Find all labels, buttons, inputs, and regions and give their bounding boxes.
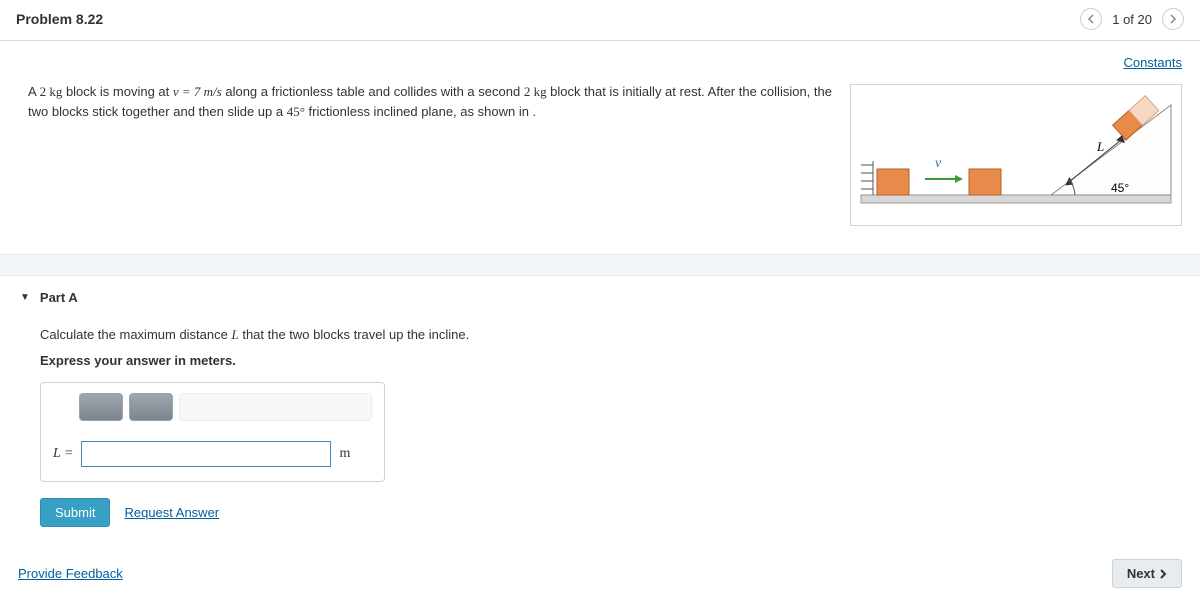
caret-down-icon: ▼ [20,292,30,303]
part-a-prompt: Calculate the maximum distance L that th… [40,327,1182,343]
page-indicator: 1 of 20 [1112,12,1152,27]
figure-l-label: L [1096,139,1104,154]
constants-link[interactable]: Constants [1123,55,1182,70]
figure-angle-label: 45° [1111,181,1129,195]
format-tool-2[interactable] [129,393,173,421]
problem-text: A 2 kg block is moving at v = 7 m/s alon… [28,84,832,119]
part-a-title: Part A [40,290,78,305]
answer-input[interactable] [81,441,331,467]
section-divider [0,254,1200,276]
part-a-instruction: Express your answer in meters. [40,353,1182,368]
next-page-button[interactable] [1162,8,1184,30]
problem-statement: v L 45° A 2 kg block is moving at v = 7 … [0,74,1200,254]
chevron-right-icon [1159,569,1167,579]
chevron-left-icon [1087,14,1095,24]
answer-lhs: L = [53,446,73,462]
provide-feedback-link[interactable]: Provide Feedback [18,566,123,581]
submit-button[interactable]: Submit [40,498,110,527]
problem-figure: v L 45° [850,84,1182,226]
part-a-header[interactable]: ▼ Part A [20,290,1182,305]
next-button[interactable]: Next [1112,559,1182,588]
chevron-right-icon [1169,14,1177,24]
next-label: Next [1127,566,1155,581]
format-toolbar [179,393,372,421]
figure-v-label: v [935,156,942,171]
answer-unit: m [339,446,350,462]
answer-box: L = m [40,382,385,482]
format-tool-1[interactable] [79,393,123,421]
problem-title: Problem 8.22 [16,11,103,27]
page-nav: 1 of 20 [1080,8,1184,30]
request-answer-link[interactable]: Request Answer [124,505,219,520]
prev-page-button[interactable] [1080,8,1102,30]
